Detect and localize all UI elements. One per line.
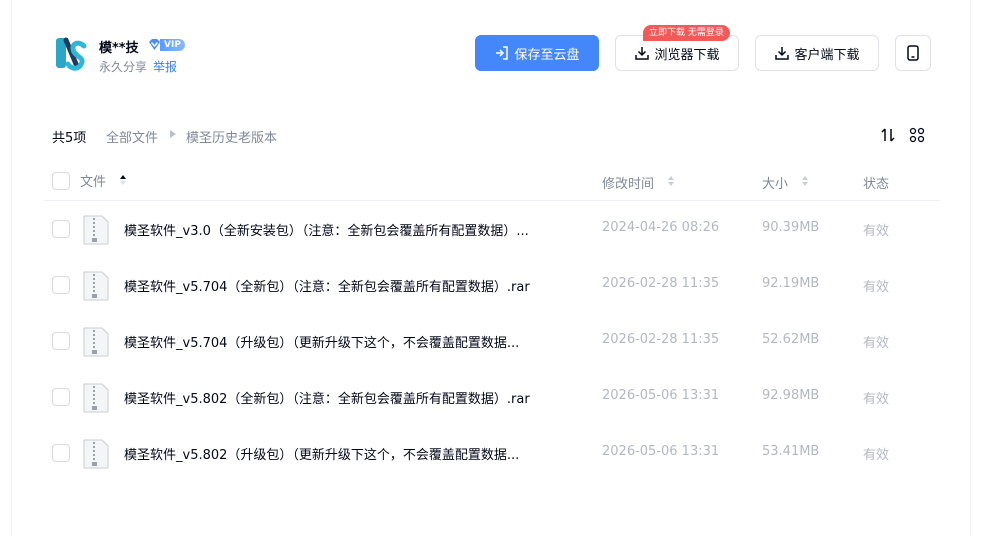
table-row[interactable]: 模圣软件_v5.802（升级包）（更新升级下这个，不会覆盖配置数据... 202… (44, 425, 940, 481)
column-header-time[interactable]: 修改时间 (602, 173, 654, 192)
vip-label: VIP (160, 38, 185, 51)
table-row[interactable]: 模圣软件_v5.802（全新包）（注意：全新包会覆盖所有配置数据）.rar 20… (44, 369, 940, 425)
browser-download-label: 浏览器下载 (654, 47, 720, 63)
save-icon (496, 46, 509, 60)
promo-tag: 立即下载 无需登录 (643, 25, 730, 41)
file-modified-time: 2026-05-06 13:31 (602, 444, 720, 459)
file-name[interactable]: 模圣软件_v3.0（全新安装包）（注意：全新包会覆盖所有配置数据）... (124, 220, 529, 239)
file-status: 有效 (863, 448, 890, 463)
report-link[interactable]: 举报 (153, 58, 177, 75)
column-header-name[interactable]: 文件 (80, 171, 106, 190)
client-download-button[interactable]: 客户端下载 (755, 35, 879, 71)
item-count: 共5项 (52, 131, 87, 146)
table-row[interactable]: 模圣软件_v5.704（全新包）（注意：全新包会覆盖所有配置数据）.rar 20… (44, 257, 940, 313)
row-checkbox[interactable] (52, 332, 70, 350)
file-modified-time: 2026-02-28 11:35 (602, 332, 720, 347)
breadcrumb-separator-icon (170, 130, 176, 138)
file-size: 90.39MB (762, 220, 820, 235)
archive-file-icon (83, 271, 109, 301)
share-type: 永久分享 (99, 60, 148, 74)
file-modified-time: 2026-02-28 11:35 (602, 276, 720, 291)
client-download-label: 客户端下载 (794, 47, 860, 63)
file-status: 有效 (863, 224, 890, 239)
file-status: 有效 (863, 392, 890, 407)
column-header-status: 状态 (863, 177, 890, 192)
file-status: 有效 (863, 280, 890, 295)
sort-icon[interactable] (801, 175, 809, 187)
download-icon (775, 47, 790, 60)
vip-badge: VIP (147, 37, 185, 52)
file-name[interactable]: 模圣软件_v5.802（全新包）（注意：全新包会覆盖所有配置数据）.rar (124, 388, 530, 407)
select-all-checkbox[interactable] (52, 172, 70, 190)
column-header-size[interactable]: 大小 (762, 173, 788, 192)
breadcrumb-root[interactable]: 全部文件 (106, 127, 158, 146)
mobile-button[interactable] (895, 35, 931, 71)
sort-asc-icon[interactable] (119, 174, 127, 186)
save-to-cloud-button[interactable]: 保存至云盘 (475, 35, 599, 71)
owner-name: 模**技 (99, 41, 139, 56)
row-checkbox[interactable] (52, 388, 70, 406)
breadcrumb-current: 模圣历史老版本 (186, 131, 278, 146)
table-row[interactable]: 模圣软件_v5.704（升级包）（更新升级下这个，不会覆盖配置数据... 202… (44, 313, 940, 369)
archive-file-icon (83, 327, 109, 357)
file-modified-time: 2026-05-06 13:31 (602, 388, 720, 403)
file-size: 52.62MB (762, 332, 820, 347)
sort-icon[interactable] (667, 175, 675, 187)
file-size: 92.98MB (762, 388, 820, 403)
download-icon (635, 47, 650, 60)
file-name[interactable]: 模圣软件_v5.704（全新包）（注意：全新包会覆盖所有配置数据）.rar (124, 276, 530, 295)
grid-view-icon[interactable] (909, 127, 925, 143)
file-size: 92.19MB (762, 276, 820, 291)
row-checkbox[interactable] (52, 220, 70, 238)
file-size: 53.41MB (762, 444, 820, 459)
row-checkbox[interactable] (52, 444, 70, 462)
sort-order-icon[interactable] (880, 127, 898, 143)
file-name[interactable]: 模圣软件_v5.704（升级包）（更新升级下这个，不会覆盖配置数据... (124, 332, 519, 351)
table-row[interactable]: 模圣软件_v3.0（全新安装包）（注意：全新包会覆盖所有配置数据）... 202… (44, 201, 940, 257)
archive-file-icon (83, 215, 109, 245)
file-name[interactable]: 模圣软件_v5.802（升级包）（更新升级下这个，不会覆盖配置数据... (124, 444, 519, 463)
phone-icon (907, 45, 919, 61)
file-modified-time: 2024-04-26 08:26 (602, 220, 720, 235)
archive-file-icon (83, 383, 109, 413)
app-logo-icon (56, 37, 87, 71)
file-status: 有效 (863, 336, 890, 351)
save-label: 保存至云盘 (514, 47, 580, 63)
archive-file-icon (83, 439, 109, 469)
row-checkbox[interactable] (52, 276, 70, 294)
